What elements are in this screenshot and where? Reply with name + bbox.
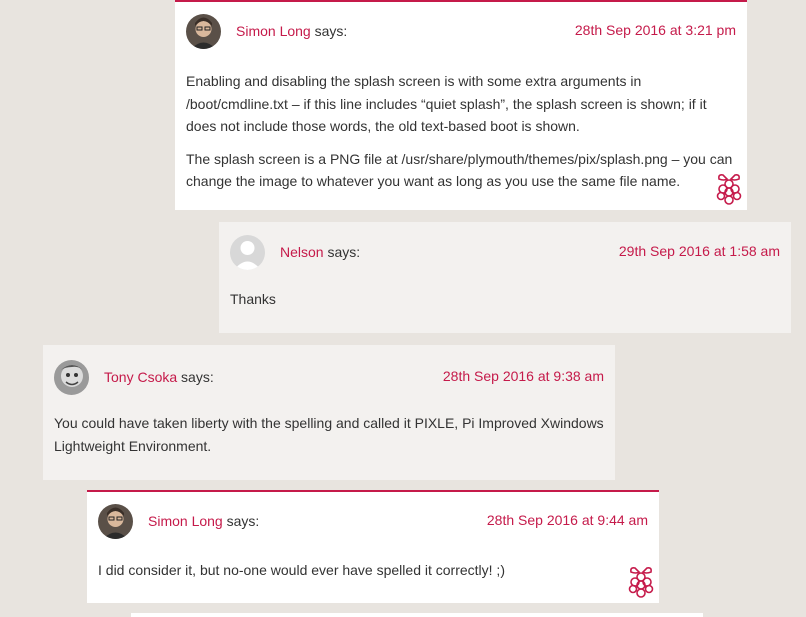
- says-label: says:: [226, 513, 260, 529]
- comment-card: Simon Long says: 28th Sep 2016 at 3:21 p…: [175, 0, 747, 210]
- comment-header: Tony Csoka says: 28th Sep 2016 at 9:38 a…: [54, 360, 604, 396]
- comment-header: Nelson says: 29th Sep 2016 at 1:58 am: [230, 235, 780, 271]
- comment-header: Simon Long says: 28th Sep 2016 at 9:44 a…: [98, 504, 648, 540]
- avatar[interactable]: [98, 504, 133, 539]
- says-label: says:: [327, 244, 361, 260]
- raspberry-pi-icon: [627, 565, 655, 599]
- comment-date-link[interactable]: 28th Sep 2016 at 9:38 am: [443, 368, 604, 384]
- comment-paragraph: The splash screen is a PNG file at /usr/…: [186, 150, 733, 190]
- comment-paragraph: Enabling and disabling the splash screen…: [186, 73, 707, 134]
- author-link[interactable]: Simon Long: [236, 23, 311, 39]
- comment-body: Enabling and disabling the splash screen…: [186, 70, 736, 193]
- comment-date-link[interactable]: 28th Sep 2016 at 9:44 am: [487, 512, 648, 528]
- comment-card: Nelson says: 29th Sep 2016 at 1:58 am Th…: [219, 222, 791, 333]
- says-label: says:: [181, 369, 214, 385]
- comment-body: I did consider it, but no-one would ever…: [98, 559, 648, 582]
- avatar[interactable]: [54, 360, 89, 395]
- comment-date-link[interactable]: 28th Sep 2016 at 3:21 pm: [575, 22, 736, 38]
- comment-paragraph: You could have taken liberty with the sp…: [54, 415, 604, 454]
- comment-meta: Nelson says:: [280, 244, 360, 260]
- comment-body: You could have taken liberty with the sp…: [54, 412, 604, 457]
- avatar[interactable]: [186, 14, 221, 49]
- author-link[interactable]: Tony Csoka: [104, 369, 177, 385]
- next-comment-card-edge: [131, 613, 703, 617]
- author-link[interactable]: Nelson: [280, 244, 324, 260]
- comment-header: Simon Long says: 28th Sep 2016 at 3:21 p…: [186, 14, 736, 50]
- comment-meta: Simon Long says:: [236, 23, 347, 39]
- comment-body: Thanks: [230, 288, 780, 311]
- says-label: says:: [314, 23, 348, 39]
- comment-card: Simon Long says: 28th Sep 2016 at 9:44 a…: [87, 490, 659, 603]
- raspberry-pi-icon: [715, 172, 743, 206]
- comment-paragraph: Thanks: [230, 291, 276, 307]
- comment-paragraph: I did consider it, but no-one would ever…: [98, 562, 505, 578]
- comment-date-link[interactable]: 29th Sep 2016 at 1:58 am: [619, 243, 780, 259]
- author-link[interactable]: Simon Long: [148, 513, 223, 529]
- comment-meta: Tony Csoka says:: [104, 369, 214, 385]
- comment-card: Tony Csoka says: 28th Sep 2016 at 9:38 a…: [43, 345, 615, 480]
- comment-meta: Simon Long says:: [148, 513, 259, 529]
- avatar[interactable]: [230, 235, 265, 270]
